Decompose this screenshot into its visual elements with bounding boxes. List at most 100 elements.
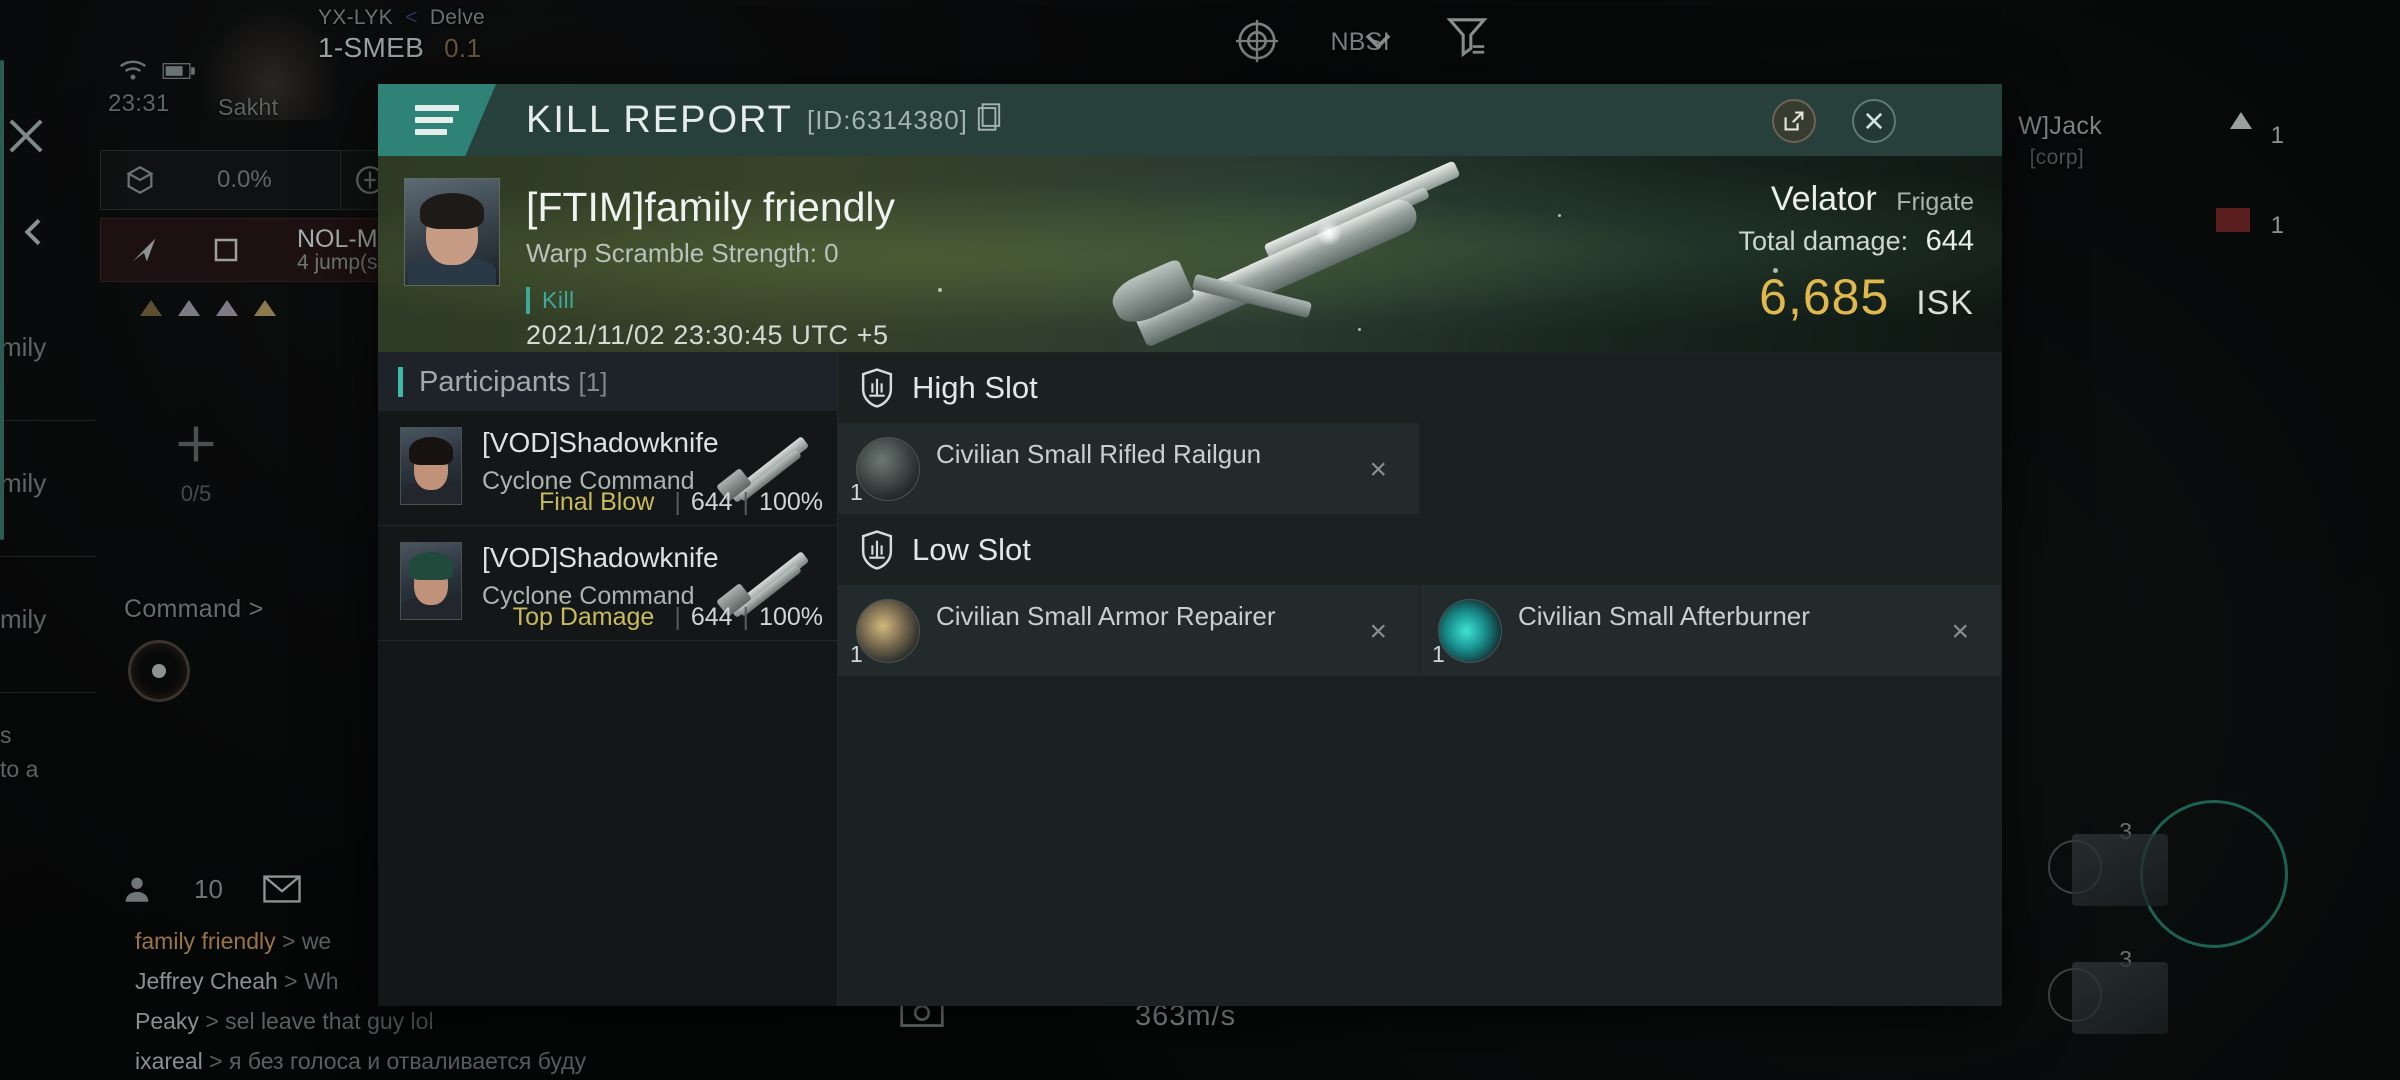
mining-hold-panel[interactable]: 0.0% <box>100 150 400 210</box>
background-system-path: YX-LYK < Delve <box>318 6 485 30</box>
page-title: KILL REPORT <box>526 98 793 141</box>
remove-icon[interactable]: × <box>1951 615 1969 649</box>
system-sep: < <box>405 6 418 29</box>
low-slot-items: 1 Civilian Small Armor Repairer × 1 Civi… <box>838 585 2002 677</box>
slot-shield-icon <box>860 530 894 570</box>
menu-button[interactable] <box>378 84 496 156</box>
close-icon[interactable] <box>0 110 52 162</box>
overview-count-2: 1 <box>2270 212 2284 239</box>
chat-line: ixareal > я без голоса и отваливается бу… <box>135 1048 586 1075</box>
target-ship-icon-2[interactable] <box>2072 962 2168 1034</box>
hamburger-menu-icon[interactable] <box>415 105 459 135</box>
participant-damage: 644 <box>690 488 733 516</box>
close-button[interactable] <box>1852 99 1896 143</box>
victim-ship-name: Velator <box>1770 180 1877 218</box>
remove-icon[interactable]: × <box>1369 453 1387 487</box>
hold-percent: 0.0% <box>217 166 272 193</box>
warp-scramble-strength: Warp Scramble Strength: 0 <box>526 238 839 268</box>
kill-id-label: [ID:6314380] <box>806 104 968 135</box>
target-ship-icon-1[interactable] <box>2072 834 2168 906</box>
participant-name: [VOD]Shadowknife <box>482 427 719 458</box>
weapon-icon <box>711 534 821 618</box>
participants-header: Participants [1] <box>378 353 837 411</box>
marker-icon-1 <box>140 300 162 316</box>
chat-text: > Wh <box>284 968 339 994</box>
high-slot-items: 1 Civilian Small Rifled Railgun × <box>838 423 2002 515</box>
plus-icon[interactable] <box>170 418 222 470</box>
total-damage-value: 644 <box>1925 225 1974 257</box>
battery-icon <box>162 63 195 79</box>
overview-pilot-name: W]Jack <box>2018 112 2102 140</box>
participant-stats: Final Blow | 644 | 100% <box>539 488 823 516</box>
left-edge-accent <box>0 60 4 540</box>
victim-banner: [FTIM]family friendly Warp Scramble Stre… <box>378 156 2002 352</box>
participant-percent: 100% <box>759 603 823 631</box>
isk-value-row: 6,685 ISK <box>1738 268 1974 326</box>
close-icon <box>1865 112 1883 130</box>
chat-author: ixareal <box>135 1048 203 1074</box>
list-item[interactable]: 1 Civilian Small Armor Repairer × <box>838 585 1420 677</box>
filter-icon[interactable] <box>1446 14 1488 60</box>
victim-ship-render <box>1068 160 1488 348</box>
security-status: 0.1 <box>444 33 482 63</box>
system-top-label: YX-LYK <box>318 6 393 29</box>
left-clip-4: s <box>0 722 12 748</box>
kill-tag: Kill <box>526 287 575 314</box>
panel-divider <box>340 151 341 209</box>
low-slot-header: Low Slot <box>838 515 2002 585</box>
throttle-dial[interactable] <box>128 640 190 702</box>
victim-name: [FTIM]family friendly <box>526 184 896 230</box>
destination-panel[interactable]: NOL-M9 4 jump(s) <box>100 218 400 282</box>
left-rule-2 <box>0 556 96 557</box>
left-clip-3: mily <box>0 604 47 634</box>
remove-icon[interactable]: × <box>1369 615 1387 649</box>
overview-marker-1 <box>2230 112 2252 129</box>
participants-label: Participants <box>419 365 571 398</box>
module-name: Civilian Small Afterburner <box>1518 601 1810 631</box>
close-panel-button[interactable] <box>0 110 52 162</box>
total-damage-label: Total damage: <box>1738 226 1909 256</box>
chat-author: family friendly <box>135 928 276 954</box>
chat-text: > я без голоса и отваливается буду <box>209 1048 587 1074</box>
list-item[interactable]: 1 Civilian Small Afterburner × <box>1420 585 2002 677</box>
table-row[interactable]: [VOD]Shadowknife Cyclone Command Final B… <box>378 411 837 526</box>
module-name: Civilian Small Armor Repairer <box>936 601 1276 631</box>
stop-icon[interactable] <box>211 235 241 265</box>
chat-line: Jeffrey Cheah > Wh <box>135 968 339 995</box>
station-label: Sakht <box>218 94 279 120</box>
overview-dropdown[interactable] <box>1356 22 1400 65</box>
share-button[interactable] <box>1772 99 1816 143</box>
mail-icon[interactable] <box>263 875 301 903</box>
chat-author: Jeffrey Cheah <box>135 968 278 994</box>
back-chevron-icon[interactable] <box>14 212 54 252</box>
left-rule-1 <box>0 420 96 421</box>
module-quantity: 1 <box>850 641 863 667</box>
accent-bar <box>398 367 403 397</box>
victim-summary: Velator Frigate Total damage: 644 6,685 … <box>1738 180 1974 352</box>
status-icons <box>118 60 196 82</box>
table-row[interactable]: [VOD]Shadowknife Cyclone Command Top Dam… <box>378 526 837 641</box>
overview-pilot-corp: [corp] <box>2029 146 2084 169</box>
overview-filter[interactable] <box>1446 14 1488 65</box>
participants-panel: Participants [1] [VOD]Shadowknife Cyclon… <box>378 353 838 1006</box>
copy-icon[interactable] <box>976 103 1002 137</box>
left-rule-3 <box>0 692 96 693</box>
module-name: Civilian Small Rifled Railgun <box>936 439 1262 469</box>
slot-shield-icon <box>860 368 894 408</box>
screen: YX-LYK < Delve 1-SMEB 0.1 23:31 Sakht 0.… <box>0 0 2400 1080</box>
participant-tag: Final Blow <box>539 488 655 516</box>
participants-count: [1] <box>578 366 608 397</box>
command-menu[interactable]: Command > <box>124 595 264 624</box>
isk-value: 6,685 <box>1759 269 1890 325</box>
avatar <box>400 542 462 620</box>
list-item[interactable]: 1 Civilian Small Rifled Railgun × <box>838 423 1420 515</box>
chevron-down-icon[interactable] <box>1356 22 1400 60</box>
tactical-markers <box>140 300 276 316</box>
kill-timestamp: 2021/11/02 23:30:45 UTC +5 <box>526 320 889 350</box>
crosshair-icon <box>1235 19 1279 63</box>
module-icon <box>856 599 920 663</box>
collapse-button[interactable] <box>14 212 54 252</box>
fitting-panel: High Slot 1 Civilian Small Rifled Railgu… <box>838 353 2002 1006</box>
cargo-icon <box>126 165 154 195</box>
fleet-add-control[interactable]: 0/5 <box>170 418 222 507</box>
